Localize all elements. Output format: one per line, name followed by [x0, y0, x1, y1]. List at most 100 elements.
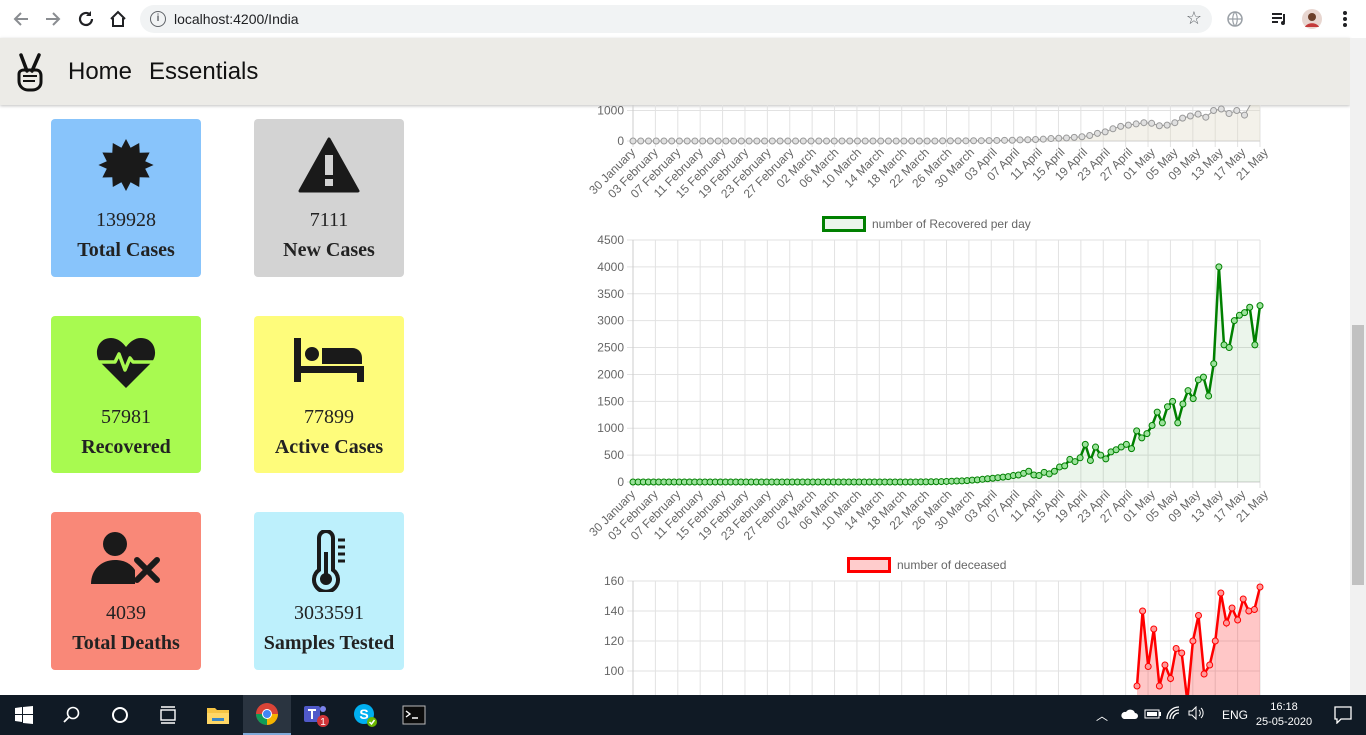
data-point [877, 137, 885, 145]
globe-icon[interactable] [1224, 8, 1246, 30]
browser-menu-icon[interactable] [1334, 8, 1356, 30]
data-point [1101, 128, 1109, 136]
y-tick-label: 4500 [597, 233, 624, 247]
data-point [776, 137, 784, 145]
info-icon[interactable]: i [150, 11, 166, 27]
data-point [1155, 682, 1163, 690]
data-point [1256, 302, 1264, 310]
terminal-icon[interactable] [390, 695, 438, 735]
y-tick-label: 2500 [597, 341, 624, 355]
data-point [908, 137, 916, 145]
battery-icon[interactable] [1144, 707, 1162, 725]
data-point [1001, 136, 1009, 144]
search-icon[interactable] [48, 695, 96, 735]
data-point [714, 137, 722, 145]
file-explorer-icon[interactable] [194, 695, 242, 735]
chevron-up-icon[interactable]: ︿ [1096, 707, 1108, 724]
recovered-legend[interactable]: number of Recovered per day [822, 216, 1031, 232]
card-label: Recovered [81, 436, 171, 458]
data-point [1206, 661, 1214, 669]
scrollbar-thumb[interactable] [1352, 325, 1364, 585]
data-point [815, 137, 823, 145]
nav-home-link[interactable]: Home [68, 58, 132, 86]
data-point [1241, 309, 1249, 317]
card-number: 139928 [96, 209, 156, 231]
data-point [1039, 135, 1047, 143]
skype-icon[interactable]: S [341, 695, 389, 735]
clock[interactable]: 16:18 25-05-2020 [1254, 700, 1314, 730]
data-point [1076, 454, 1084, 462]
data-point [1246, 303, 1254, 311]
data-point [1179, 400, 1187, 408]
data-point [807, 137, 815, 145]
data-point [745, 137, 753, 145]
total-deaths-card: 4039 Total Deaths [51, 512, 201, 670]
bookmark-star-icon[interactable]: ☆ [1186, 8, 1202, 29]
address-bar[interactable]: i localhost:4200/India ☆ [140, 5, 1212, 33]
data-point [823, 137, 831, 145]
card-label: Samples Tested [263, 632, 395, 654]
y-tick-label: 0 [617, 475, 624, 489]
page-scrollbar[interactable] [1350, 38, 1366, 695]
wifi-icon[interactable] [1166, 706, 1182, 725]
data-point [861, 137, 869, 145]
home-icon[interactable] [107, 8, 129, 30]
y-tick-label: 1500 [597, 394, 624, 408]
confirmed-per-day-chart: 0100030 January03 February07 February11 … [586, 105, 1271, 201]
data-point [1008, 136, 1016, 144]
data-point [753, 137, 761, 145]
data-point [1169, 397, 1177, 405]
y-tick-label: 4000 [597, 260, 624, 274]
deceased-legend[interactable]: number of deceased [847, 557, 1006, 573]
data-point [846, 137, 854, 145]
data-point [923, 137, 931, 145]
forward-arrow-icon[interactable] [42, 8, 64, 30]
volume-icon[interactable] [1188, 705, 1206, 725]
data-point [1210, 107, 1218, 114]
peace-hand-logo-icon[interactable] [13, 52, 47, 97]
samples-tested-card: 3033591 Samples Tested [254, 512, 404, 670]
y-tick-label: 100 [604, 664, 624, 678]
data-point [1061, 462, 1069, 470]
chrome-icon[interactable] [243, 695, 291, 735]
data-point [1241, 111, 1249, 119]
data-point [1133, 682, 1141, 690]
back-arrow-icon[interactable] [10, 8, 32, 30]
data-point [1138, 434, 1146, 442]
nav-essentials-link[interactable]: Essentials [149, 58, 258, 86]
cortana-icon[interactable] [96, 695, 144, 735]
data-point [1047, 135, 1055, 143]
url-text: localhost:4200/India [174, 11, 299, 27]
y-tick-label: 500 [604, 448, 624, 462]
data-point [1124, 121, 1132, 129]
language-indicator[interactable]: ENG [1222, 708, 1248, 722]
data-point [761, 137, 769, 145]
y-tick-label: 120 [604, 634, 624, 648]
data-point [1153, 408, 1161, 416]
card-label: Total Deaths [72, 632, 180, 654]
data-point [853, 137, 861, 145]
y-tick-label: 3500 [597, 287, 624, 301]
data-point [1230, 317, 1238, 325]
data-point [1199, 373, 1207, 381]
notification-center-icon[interactable] [1334, 706, 1352, 729]
data-point [1122, 440, 1130, 448]
card-number: 4039 [106, 602, 146, 624]
data-point [1155, 122, 1163, 130]
media-playlist-icon[interactable] [1268, 8, 1290, 30]
task-view-icon[interactable] [144, 695, 192, 735]
windows-start-icon[interactable] [0, 695, 48, 735]
profile-avatar-icon[interactable] [1301, 8, 1323, 30]
teams-icon[interactable]: 1 [292, 695, 340, 735]
data-point [784, 137, 792, 145]
data-point [1202, 113, 1210, 121]
card-label: Total Cases [77, 239, 175, 261]
data-point [962, 137, 970, 145]
data-point [900, 137, 908, 145]
legend-swatch [847, 557, 891, 573]
onedrive-cloud-icon[interactable] [1120, 707, 1138, 725]
data-point [1222, 619, 1230, 627]
reload-icon[interactable] [75, 8, 97, 30]
heartbeat-icon [51, 334, 201, 390]
data-point [1172, 645, 1180, 652]
